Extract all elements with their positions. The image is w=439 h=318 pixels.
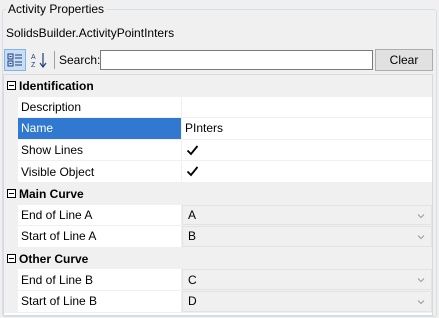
- visible-object-checkbox[interactable]: [186, 165, 199, 178]
- chevron-down-icon: [417, 278, 425, 283]
- category-label: Other Curve: [19, 251, 89, 266]
- clear-button[interactable]: Clear: [375, 49, 433, 71]
- object-name-label: SolidsBuilder.ActivityPointInters: [6, 26, 175, 40]
- svg-text:A: A: [31, 54, 36, 61]
- property-row-visible-object[interactable]: Visible Object: [4, 161, 432, 183]
- dropdown-value: A: [188, 207, 197, 222]
- property-value[interactable]: PInters: [182, 118, 432, 140]
- property-row-name[interactable]: Name PInters: [4, 118, 432, 140]
- property-row-start-of-line-a[interactable]: Start of Line A B: [4, 226, 432, 248]
- property-name: End of Line B: [18, 269, 182, 291]
- start-of-line-b-dropdown[interactable]: D: [182, 290, 432, 312]
- property-name: End of Line A: [18, 204, 182, 227]
- dropdown-value: B: [188, 229, 197, 244]
- start-of-line-a-dropdown[interactable]: B: [182, 226, 432, 247]
- checkmark-icon: [186, 145, 199, 155]
- dropdown-value: D: [188, 294, 197, 309]
- chevron-down-icon: [417, 235, 425, 240]
- category-identification[interactable]: Identification: [4, 75, 432, 97]
- collapse-icon[interactable]: [4, 75, 18, 97]
- group-title: Activity Properties: [6, 2, 107, 16]
- svg-text:Z: Z: [31, 62, 36, 69]
- chevron-down-icon: [417, 300, 425, 305]
- chevron-down-icon: [417, 213, 425, 218]
- property-row-start-of-line-b[interactable]: Start of Line B D: [4, 290, 432, 313]
- property-name: Start of Line B: [18, 290, 182, 313]
- property-name: Visible Object: [18, 161, 182, 183]
- property-toolbar: A Z Search: Clear: [4, 48, 434, 72]
- category-other-curve[interactable]: Other Curve: [4, 247, 432, 270]
- property-row-description[interactable]: Description: [4, 96, 432, 119]
- toolbar-separator: [54, 51, 55, 69]
- category-main-curve[interactable]: Main Curve: [4, 182, 432, 205]
- property-name: Show Lines: [18, 139, 182, 162]
- search-input[interactable]: [100, 50, 373, 70]
- end-of-line-b-dropdown[interactable]: C: [182, 269, 432, 290]
- alphabetical-sort-button[interactable]: A Z: [28, 49, 50, 71]
- show-lines-checkbox[interactable]: [186, 144, 199, 157]
- category-label: Identification: [19, 78, 94, 93]
- property-name: Description: [18, 96, 182, 119]
- property-value[interactable]: [182, 97, 432, 119]
- property-row-end-of-line-a[interactable]: End of Line A A: [4, 204, 432, 227]
- categorized-view-button[interactable]: [4, 49, 26, 71]
- property-row-show-lines[interactable]: Show Lines: [4, 139, 432, 162]
- checkmark-icon: [186, 166, 199, 177]
- property-grid: Identification Description Name PInters …: [3, 74, 433, 316]
- collapse-icon[interactable]: [4, 183, 18, 205]
- dropdown-value: C: [188, 272, 197, 287]
- collapse-icon[interactable]: [4, 248, 18, 270]
- activity-properties-group: Activity Properties SolidsBuilder.Activi…: [0, 0, 439, 318]
- property-name: Start of Line A: [18, 226, 182, 248]
- property-row-end-of-line-b[interactable]: End of Line B C: [4, 269, 432, 291]
- search-label: Search:: [59, 53, 101, 67]
- alphabetical-sort-icon: A Z: [31, 53, 47, 69]
- category-label: Main Curve: [19, 186, 84, 201]
- categorized-view-icon: [7, 53, 22, 67]
- property-name: Name: [18, 118, 182, 140]
- end-of-line-a-dropdown[interactable]: A: [182, 204, 432, 226]
